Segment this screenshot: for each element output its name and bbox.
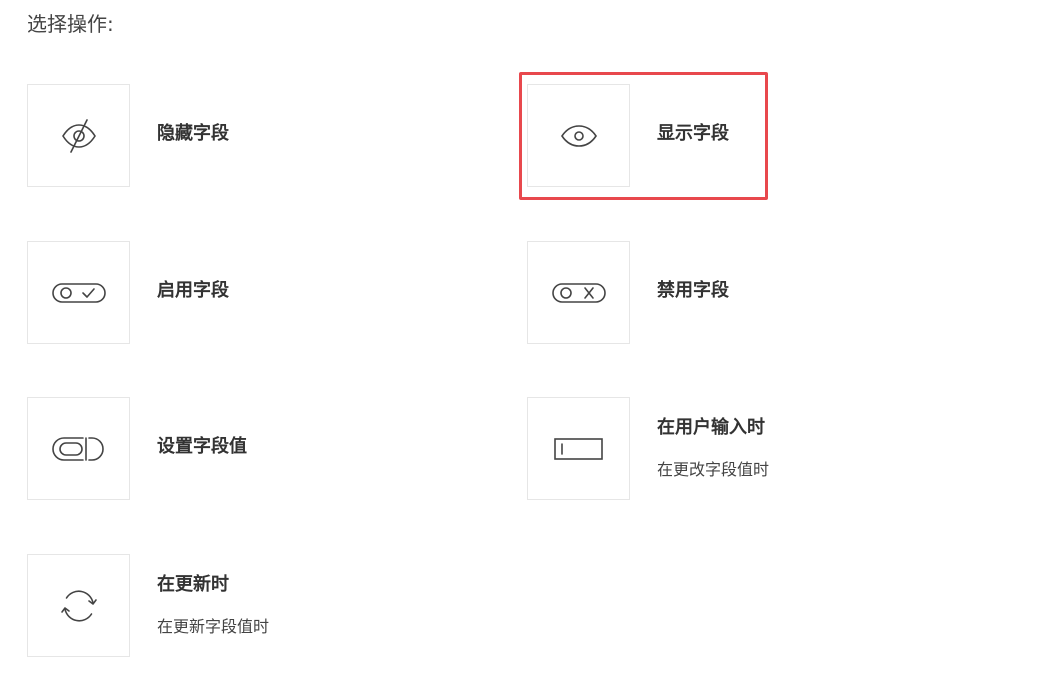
- action-hide-field[interactable]: 隐藏字段: [27, 84, 507, 188]
- action-title: 在更新时: [157, 574, 229, 595]
- eye-slash-icon: [27, 84, 130, 187]
- field-value-icon: [27, 397, 130, 500]
- action-title: 启用字段: [157, 280, 229, 301]
- refresh-icon: [27, 554, 130, 657]
- toggle-check-icon: [27, 241, 130, 344]
- eye-icon: [527, 84, 630, 187]
- action-on-update[interactable]: 在更新时 在更新字段值时: [27, 554, 507, 658]
- action-show-field[interactable]: 显示字段: [527, 84, 1007, 188]
- action-subtitle: 在更改字段值时: [657, 460, 770, 479]
- action-subtitle: 在更新字段值时: [157, 617, 270, 636]
- action-title: 隐藏字段: [157, 123, 229, 144]
- action-title: 显示字段: [657, 123, 729, 144]
- action-title: 在用户输入时: [657, 417, 765, 438]
- action-enable-field[interactable]: 启用字段: [27, 241, 507, 345]
- action-on-user-input[interactable]: 在用户输入时 在更改字段值时: [527, 397, 1007, 501]
- text-input-icon: [527, 397, 630, 500]
- action-set-field-value[interactable]: 设置字段值: [27, 397, 507, 501]
- action-title: 禁用字段: [657, 280, 729, 301]
- action-disable-field[interactable]: 禁用字段: [527, 241, 1007, 345]
- action-title: 设置字段值: [157, 436, 247, 457]
- page-heading: 选择操作:: [27, 12, 114, 36]
- toggle-x-icon: [527, 241, 630, 344]
